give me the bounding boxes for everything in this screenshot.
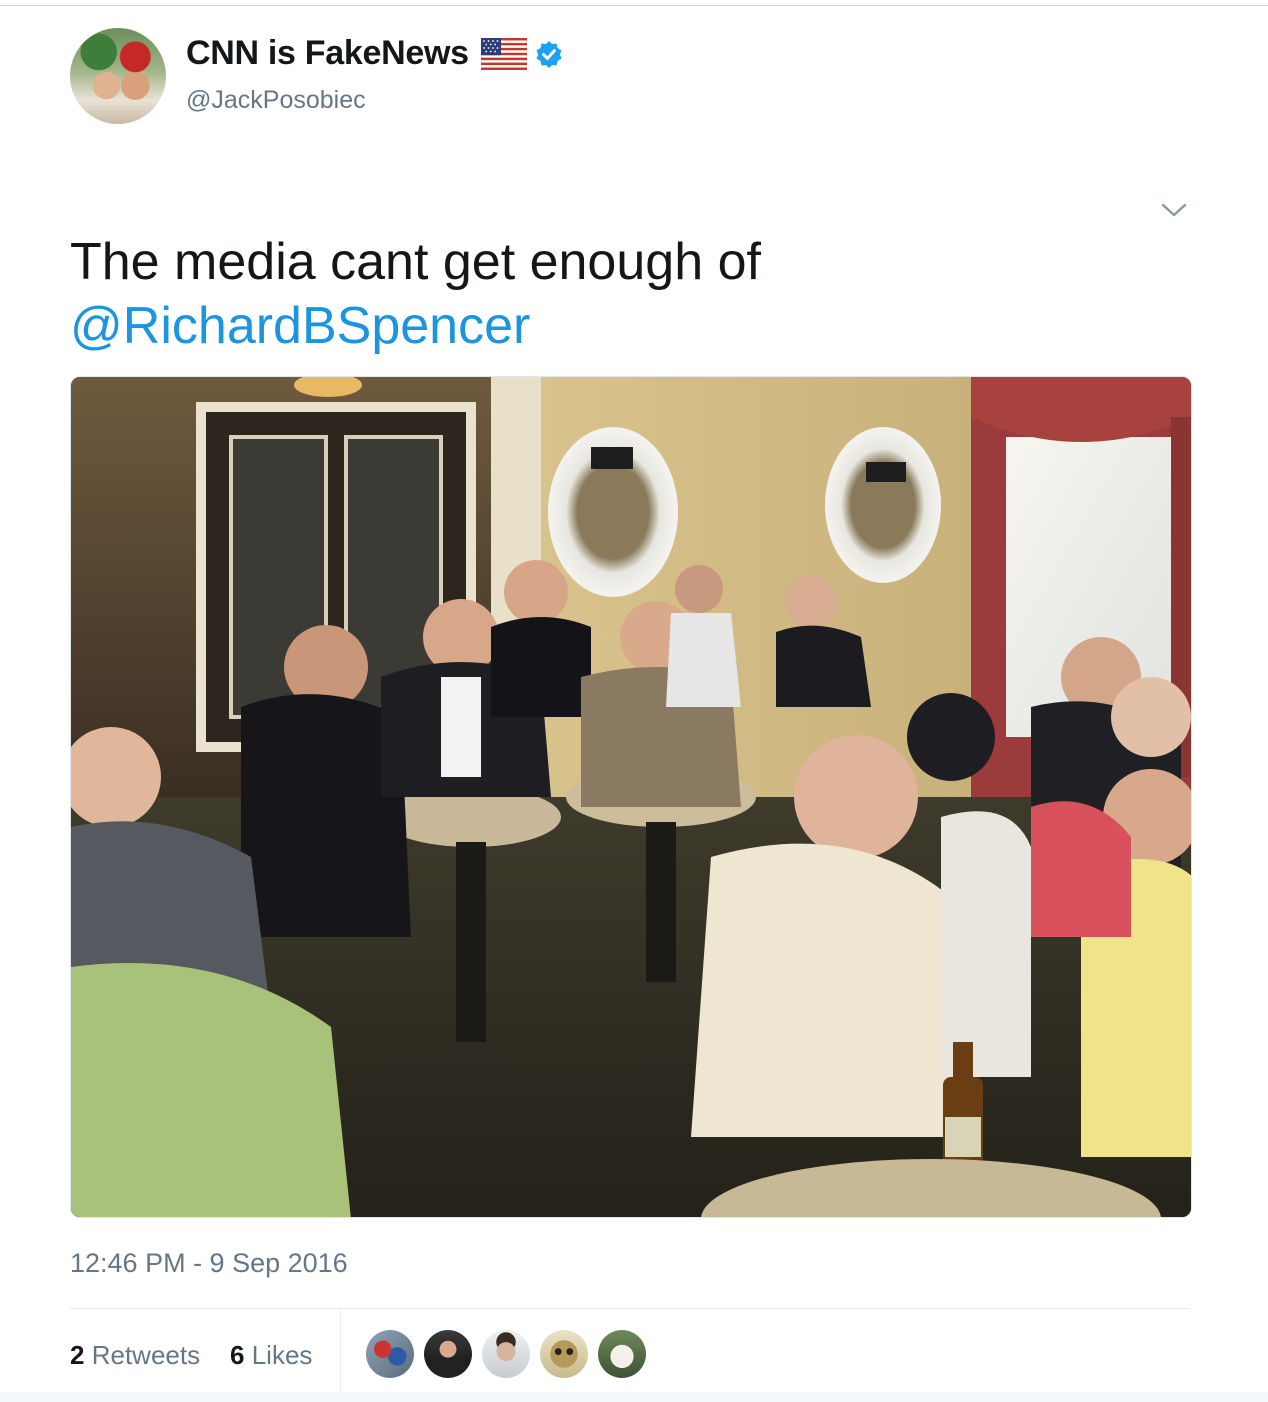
us-flag-icon <box>480 37 527 70</box>
author-display-name[interactable]: CNN is FakeNews <box>186 34 469 73</box>
likes-stat[interactable]: 6 Likes <box>230 1340 312 1371</box>
liker-avatar[interactable] <box>424 1330 472 1378</box>
retweets-stat[interactable]: 2 Retweets <box>70 1340 200 1371</box>
bottom-edge <box>0 1392 1268 1402</box>
tweet-header: CNN is FakeNews @JackPosobiec <box>70 28 1190 124</box>
liker-avatar[interactable] <box>540 1330 588 1378</box>
liker-avatar[interactable] <box>366 1330 414 1378</box>
liker-avatar[interactable] <box>598 1330 646 1378</box>
chevron-down-icon[interactable] <box>1160 198 1188 222</box>
stats-divider <box>70 1308 1190 1309</box>
retweets-label: Retweets <box>91 1340 201 1370</box>
tweet-photo-image <box>71 377 1191 1217</box>
liker-avatar[interactable] <box>482 1330 530 1378</box>
author-avatar[interactable] <box>70 28 166 124</box>
tweet-photo[interactable] <box>70 376 1192 1218</box>
mention-link[interactable]: @RichardBSpencer <box>70 297 530 355</box>
author-handle[interactable]: @JackPosobiec <box>186 86 366 115</box>
top-divider <box>0 5 1268 6</box>
verified-badge-icon <box>536 40 562 68</box>
likes-count: 6 <box>230 1340 245 1370</box>
liker-avatars <box>366 1330 646 1380</box>
likes-label: Likes <box>251 1340 313 1370</box>
tweet-text: The media cant get enough of @RichardBSp… <box>70 230 1180 358</box>
stats-separator <box>340 1310 341 1402</box>
name-row: CNN is FakeNews <box>186 34 563 73</box>
retweets-count: 2 <box>70 1340 85 1370</box>
tweet-stats: 2 Retweets 6 Likes <box>70 1310 1190 1402</box>
tweet-text-body: The media cant get enough of <box>70 233 761 291</box>
tweet-timestamp[interactable]: 12:46 PM - 9 Sep 2016 <box>70 1248 348 1279</box>
